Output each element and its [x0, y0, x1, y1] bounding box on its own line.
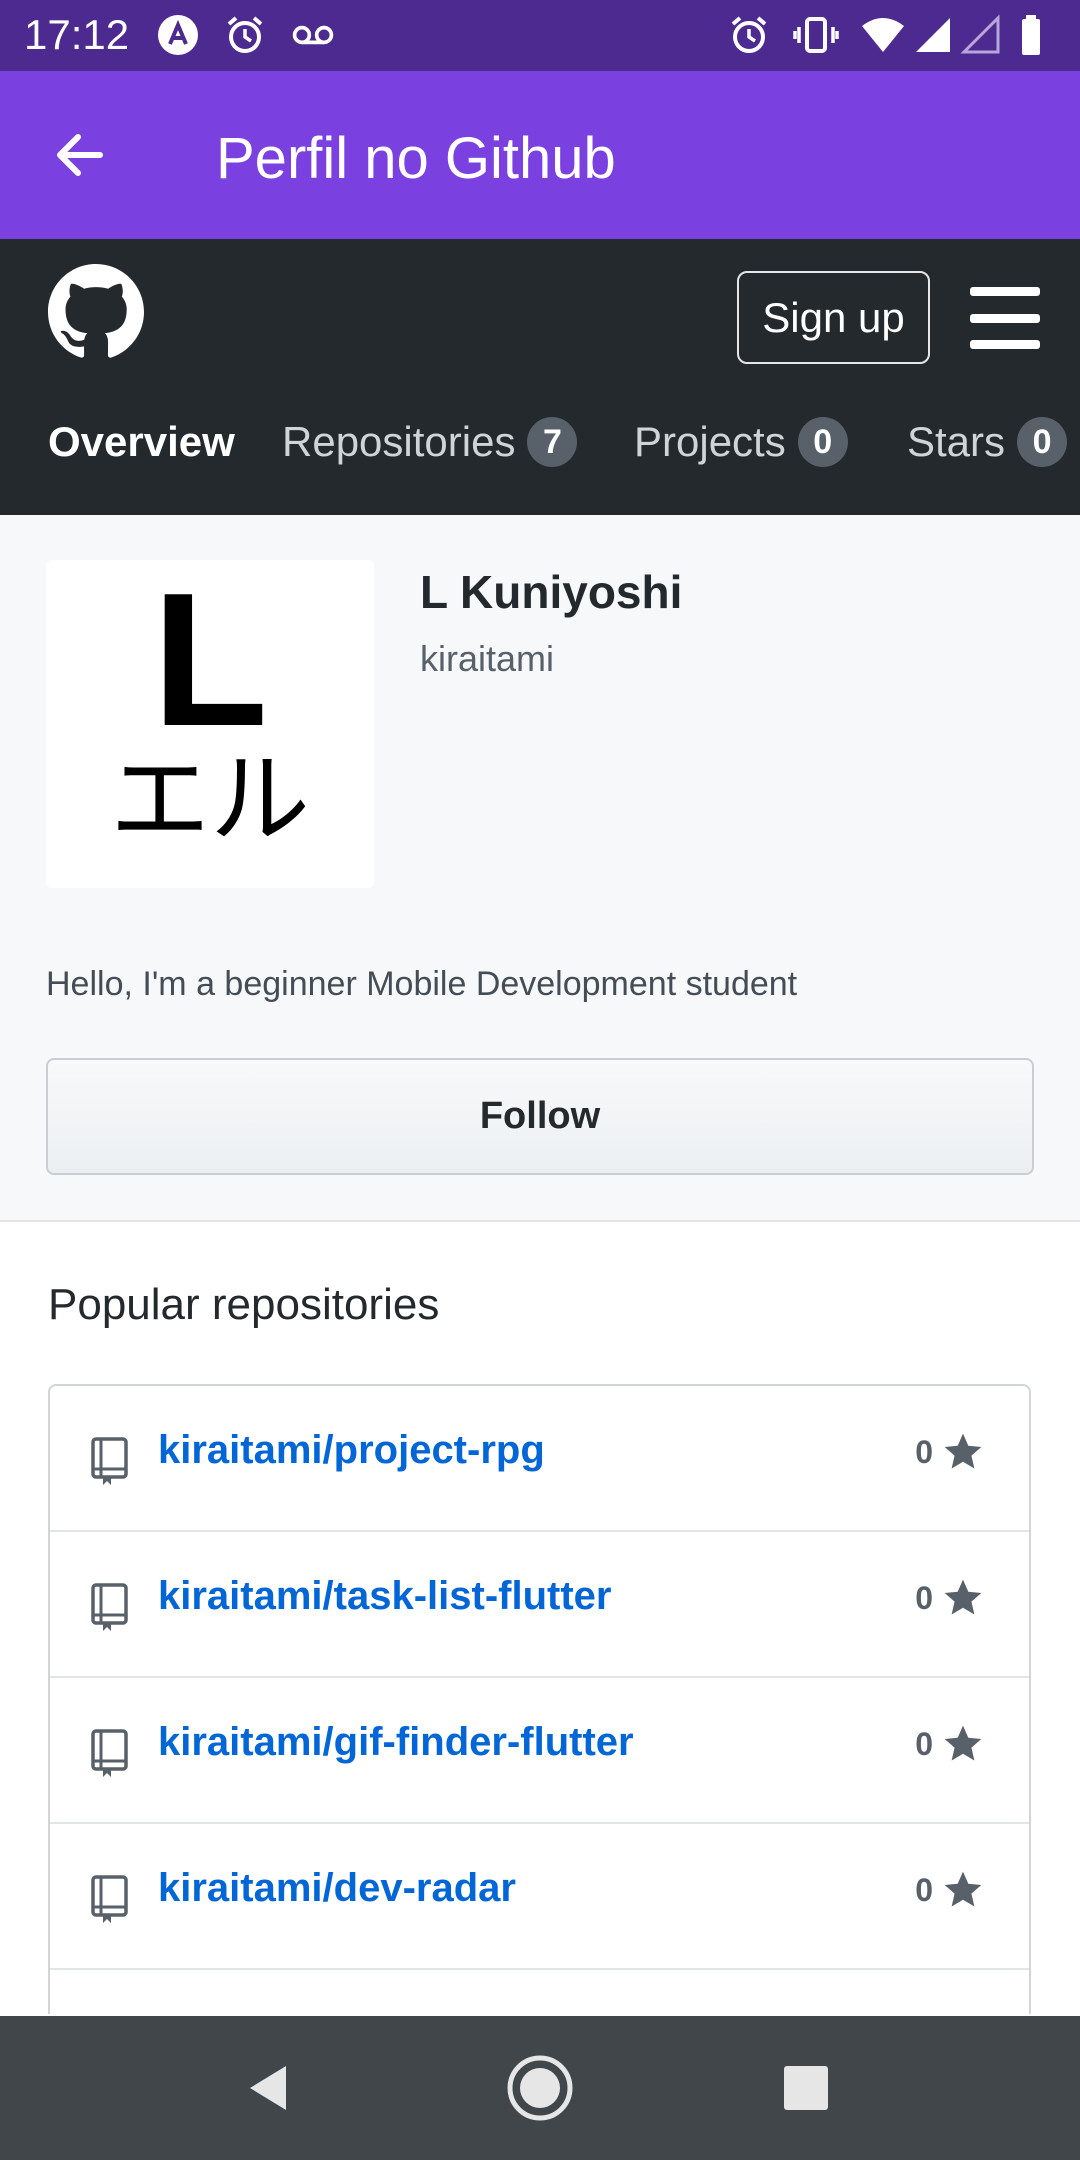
tab-overview[interactable]: Overview	[48, 407, 235, 477]
repo-icon	[90, 1874, 130, 1924]
app-bar: Perfil no Github	[0, 71, 1080, 239]
status-time: 17:12	[24, 11, 130, 58]
profile-bio: Hello, I'm a beginner Mobile Development…	[46, 965, 798, 1003]
repo-icon	[90, 1436, 130, 1486]
app-title: Perfil no Github	[216, 126, 616, 191]
signal-empty-icon	[958, 12, 1004, 58]
recents-square-icon[interactable]	[766, 2048, 846, 2128]
vibrate-icon	[793, 12, 839, 58]
alarm-icon	[222, 12, 268, 58]
popular-repositories-title: Popular repositories	[48, 1280, 440, 1329]
sign-up-button[interactable]: Sign up	[737, 271, 930, 364]
tab-count-badge: 0	[1017, 417, 1068, 467]
follow-button[interactable]: Follow	[46, 1058, 1034, 1175]
status-bar: 17:12	[0, 0, 1080, 71]
tab-count-badge: 7	[527, 417, 578, 467]
tab-label: Projects	[634, 418, 786, 465]
profile-login: kiraitami	[420, 638, 555, 679]
signal-icon	[910, 12, 956, 58]
repo-stars: 0	[915, 1576, 985, 1620]
list-item: kiraitami/project-rpg 0	[50, 1386, 1029, 1532]
repo-stars: 0	[915, 1722, 985, 1766]
repo-link[interactable]: kiraitami/dev-radar	[158, 1866, 516, 1911]
home-circle-icon[interactable]	[500, 2048, 580, 2128]
system-nav-bar	[0, 2016, 1080, 2160]
tab-label: Overview	[48, 418, 235, 465]
list-item: kiraitami/task-list-flutter 0	[50, 1532, 1029, 1678]
wifi-icon	[860, 12, 906, 58]
repo-icon	[90, 1728, 130, 1778]
repo-link[interactable]: kiraitami/gif-finder-flutter	[158, 1720, 634, 1765]
star-count: 0	[915, 1579, 933, 1616]
tab-projects[interactable]: Projects 0	[634, 407, 848, 477]
list-item: kiraitami/dev-radar 0	[50, 1824, 1029, 1970]
app-notification-icon	[155, 12, 201, 58]
avatar-letter: L	[151, 554, 269, 766]
star-icon	[944, 1433, 982, 1469]
repo-icon	[90, 1582, 130, 1632]
avatar-kana: エル	[110, 741, 310, 858]
star-count: 0	[915, 1871, 933, 1908]
star-icon	[944, 1871, 982, 1907]
profile-tabs: Overview Repositories 7 Projects 0 Stars…	[0, 407, 1080, 477]
hamburger-menu-icon[interactable]	[970, 287, 1040, 349]
profile-section: L エル L Kuniyoshi kiraitami Hello, I'm a …	[0, 515, 1080, 1222]
list-item: kiraitami/gif-finder-flutter 0	[50, 1678, 1029, 1824]
profile-name: L Kuniyoshi	[420, 566, 683, 618]
repo-link[interactable]: kiraitami/project-rpg	[158, 1428, 545, 1473]
tab-label: Stars	[907, 418, 1006, 465]
repo-link[interactable]: kiraitami/task-list-flutter	[158, 1574, 611, 1619]
star-icon	[944, 1579, 982, 1615]
repo-stars: 0	[915, 1868, 985, 1912]
back-triangle-icon[interactable]	[230, 2048, 310, 2128]
github-octocat-icon[interactable]	[48, 264, 144, 360]
voicemail-icon	[288, 12, 338, 58]
star-count: 0	[915, 1725, 933, 1762]
tab-repositories[interactable]: Repositories 7	[282, 407, 578, 477]
repo-list: kiraitami/project-rpg 0 kiraitami/task-l…	[48, 1384, 1031, 2014]
star-count: 0	[915, 1433, 933, 1470]
alarm-icon	[726, 12, 772, 58]
avatar[interactable]: L エル	[46, 560, 374, 888]
tab-count-badge: 0	[797, 417, 848, 467]
tab-label: Repositories	[282, 418, 516, 465]
battery-icon	[1010, 12, 1056, 58]
github-header: Sign up Overview Repositories 7 Projects…	[0, 239, 1080, 515]
repo-stars: 0	[915, 1430, 985, 1474]
arrow-back-icon[interactable]	[40, 115, 120, 195]
star-icon	[944, 1725, 982, 1761]
tab-stars[interactable]: Stars 0	[907, 407, 1068, 477]
